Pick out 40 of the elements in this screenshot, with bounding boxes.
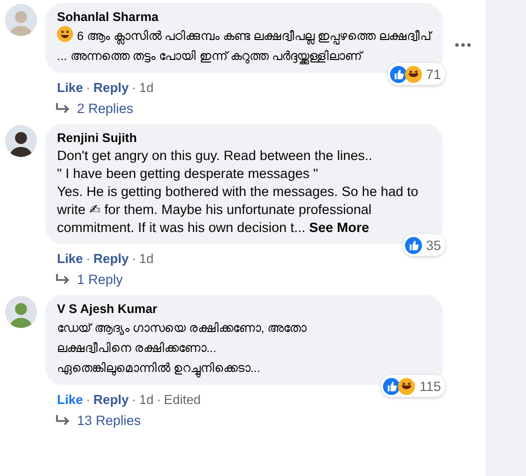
separator: · <box>86 392 90 408</box>
separator: · <box>132 80 136 96</box>
like-reaction-icon <box>383 378 400 394</box>
commenter-name[interactable]: V S Ajesh Kumar <box>57 301 158 317</box>
commenter-name[interactable]: Sohanlal Sharma <box>57 9 158 25</box>
edited-label: Edited <box>164 392 201 408</box>
separator: · <box>86 251 90 267</box>
like-link[interactable]: Like <box>57 80 84 96</box>
timestamp[interactable]: 1d <box>139 80 154 96</box>
timestamp[interactable]: 1d <box>139 392 154 408</box>
like-link[interactable]: Like <box>57 251 84 267</box>
comment-text: ഡേയ് ആദ്യം ഗാസയെ രക്ഷിക്കണോ, അതോ ലക്ഷദ്വീപിനെ രക്ഷിക്കണോ... ഏതെങ്കിലുമൊന്നിൽ ഉറച്ചുനിക്കെടാ... <box>57 318 431 378</box>
more-options-icon[interactable] <box>455 43 471 47</box>
replies-link[interactable]: 13 Replies <box>55 413 141 429</box>
separator: · <box>132 392 136 408</box>
reply-link[interactable]: Reply <box>93 80 129 96</box>
timestamp[interactable]: 1d <box>139 251 154 267</box>
haha-reaction-icon <box>404 66 422 82</box>
replies-link[interactable]: 1 Reply <box>55 272 123 288</box>
separator: · <box>86 80 90 96</box>
like-link[interactable]: Like <box>57 392 84 408</box>
avatar[interactable] <box>5 125 37 157</box>
like-reaction-icon <box>390 66 407 82</box>
reply-link[interactable]: Reply <box>93 251 129 267</box>
comment-text: Don't get angry on this guy. Read between the lines.. " I have been getting desperate messages " Yes. He is getting bothered with the messages. So he had to write ✍ for them. Maybe his unfortunate professional commitment. If it was his own decision t... See More <box>57 147 420 237</box>
reply-arrow-icon <box>55 102 71 116</box>
reaction-badge[interactable]: 35 <box>402 234 445 256</box>
commenter-name[interactable]: Renjini Sujith <box>57 130 137 146</box>
reaction-badge[interactable]: 71 <box>388 63 445 85</box>
separator: · <box>132 251 136 267</box>
reaction-badge[interactable]: 115 <box>381 375 445 397</box>
comment-text: 6 ആം ക്ലാസിൽ പഠിക്കുമ്പം കണ്ട ലക്ഷദ്വീപല്ല ഇപ്പഴത്തെ ലക്ഷദ്വീപ് ... അന്നത്തെ തട്ടം പോയി ഇന്ന് കറുത്ത പർദ്ദയ്ക്കുള്ളിലാണ് <box>57 26 431 66</box>
reply-arrow-icon <box>55 414 71 428</box>
separator: · <box>156 392 161 408</box>
see-more-link[interactable]: See More <box>309 220 370 235</box>
haha-reaction-icon <box>398 378 416 394</box>
replies-link[interactable]: 2 Replies <box>55 101 134 117</box>
reply-link[interactable]: Reply <box>93 392 129 408</box>
like-reaction-icon <box>404 236 422 254</box>
reply-arrow-icon <box>55 273 71 287</box>
